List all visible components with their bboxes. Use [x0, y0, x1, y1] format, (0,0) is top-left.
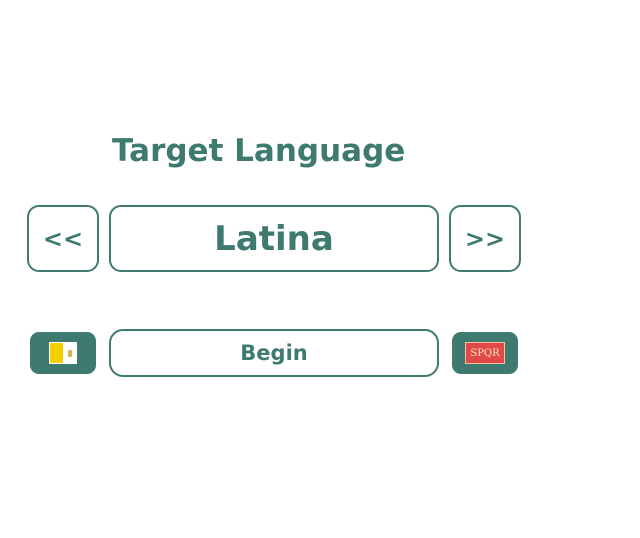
begin-button[interactable]: Begin	[109, 329, 439, 377]
spqr-flag-icon: SPQR	[465, 342, 505, 364]
vatican-flag-icon	[49, 342, 77, 364]
previous-language-button[interactable]: <<	[27, 205, 99, 272]
page-title: Target Language	[112, 133, 406, 169]
next-language-button[interactable]: >>	[449, 205, 521, 272]
current-language-display: Latina	[109, 205, 439, 272]
vatican-flag-button[interactable]	[30, 332, 96, 374]
spqr-flag-button[interactable]: SPQR	[452, 332, 518, 374]
